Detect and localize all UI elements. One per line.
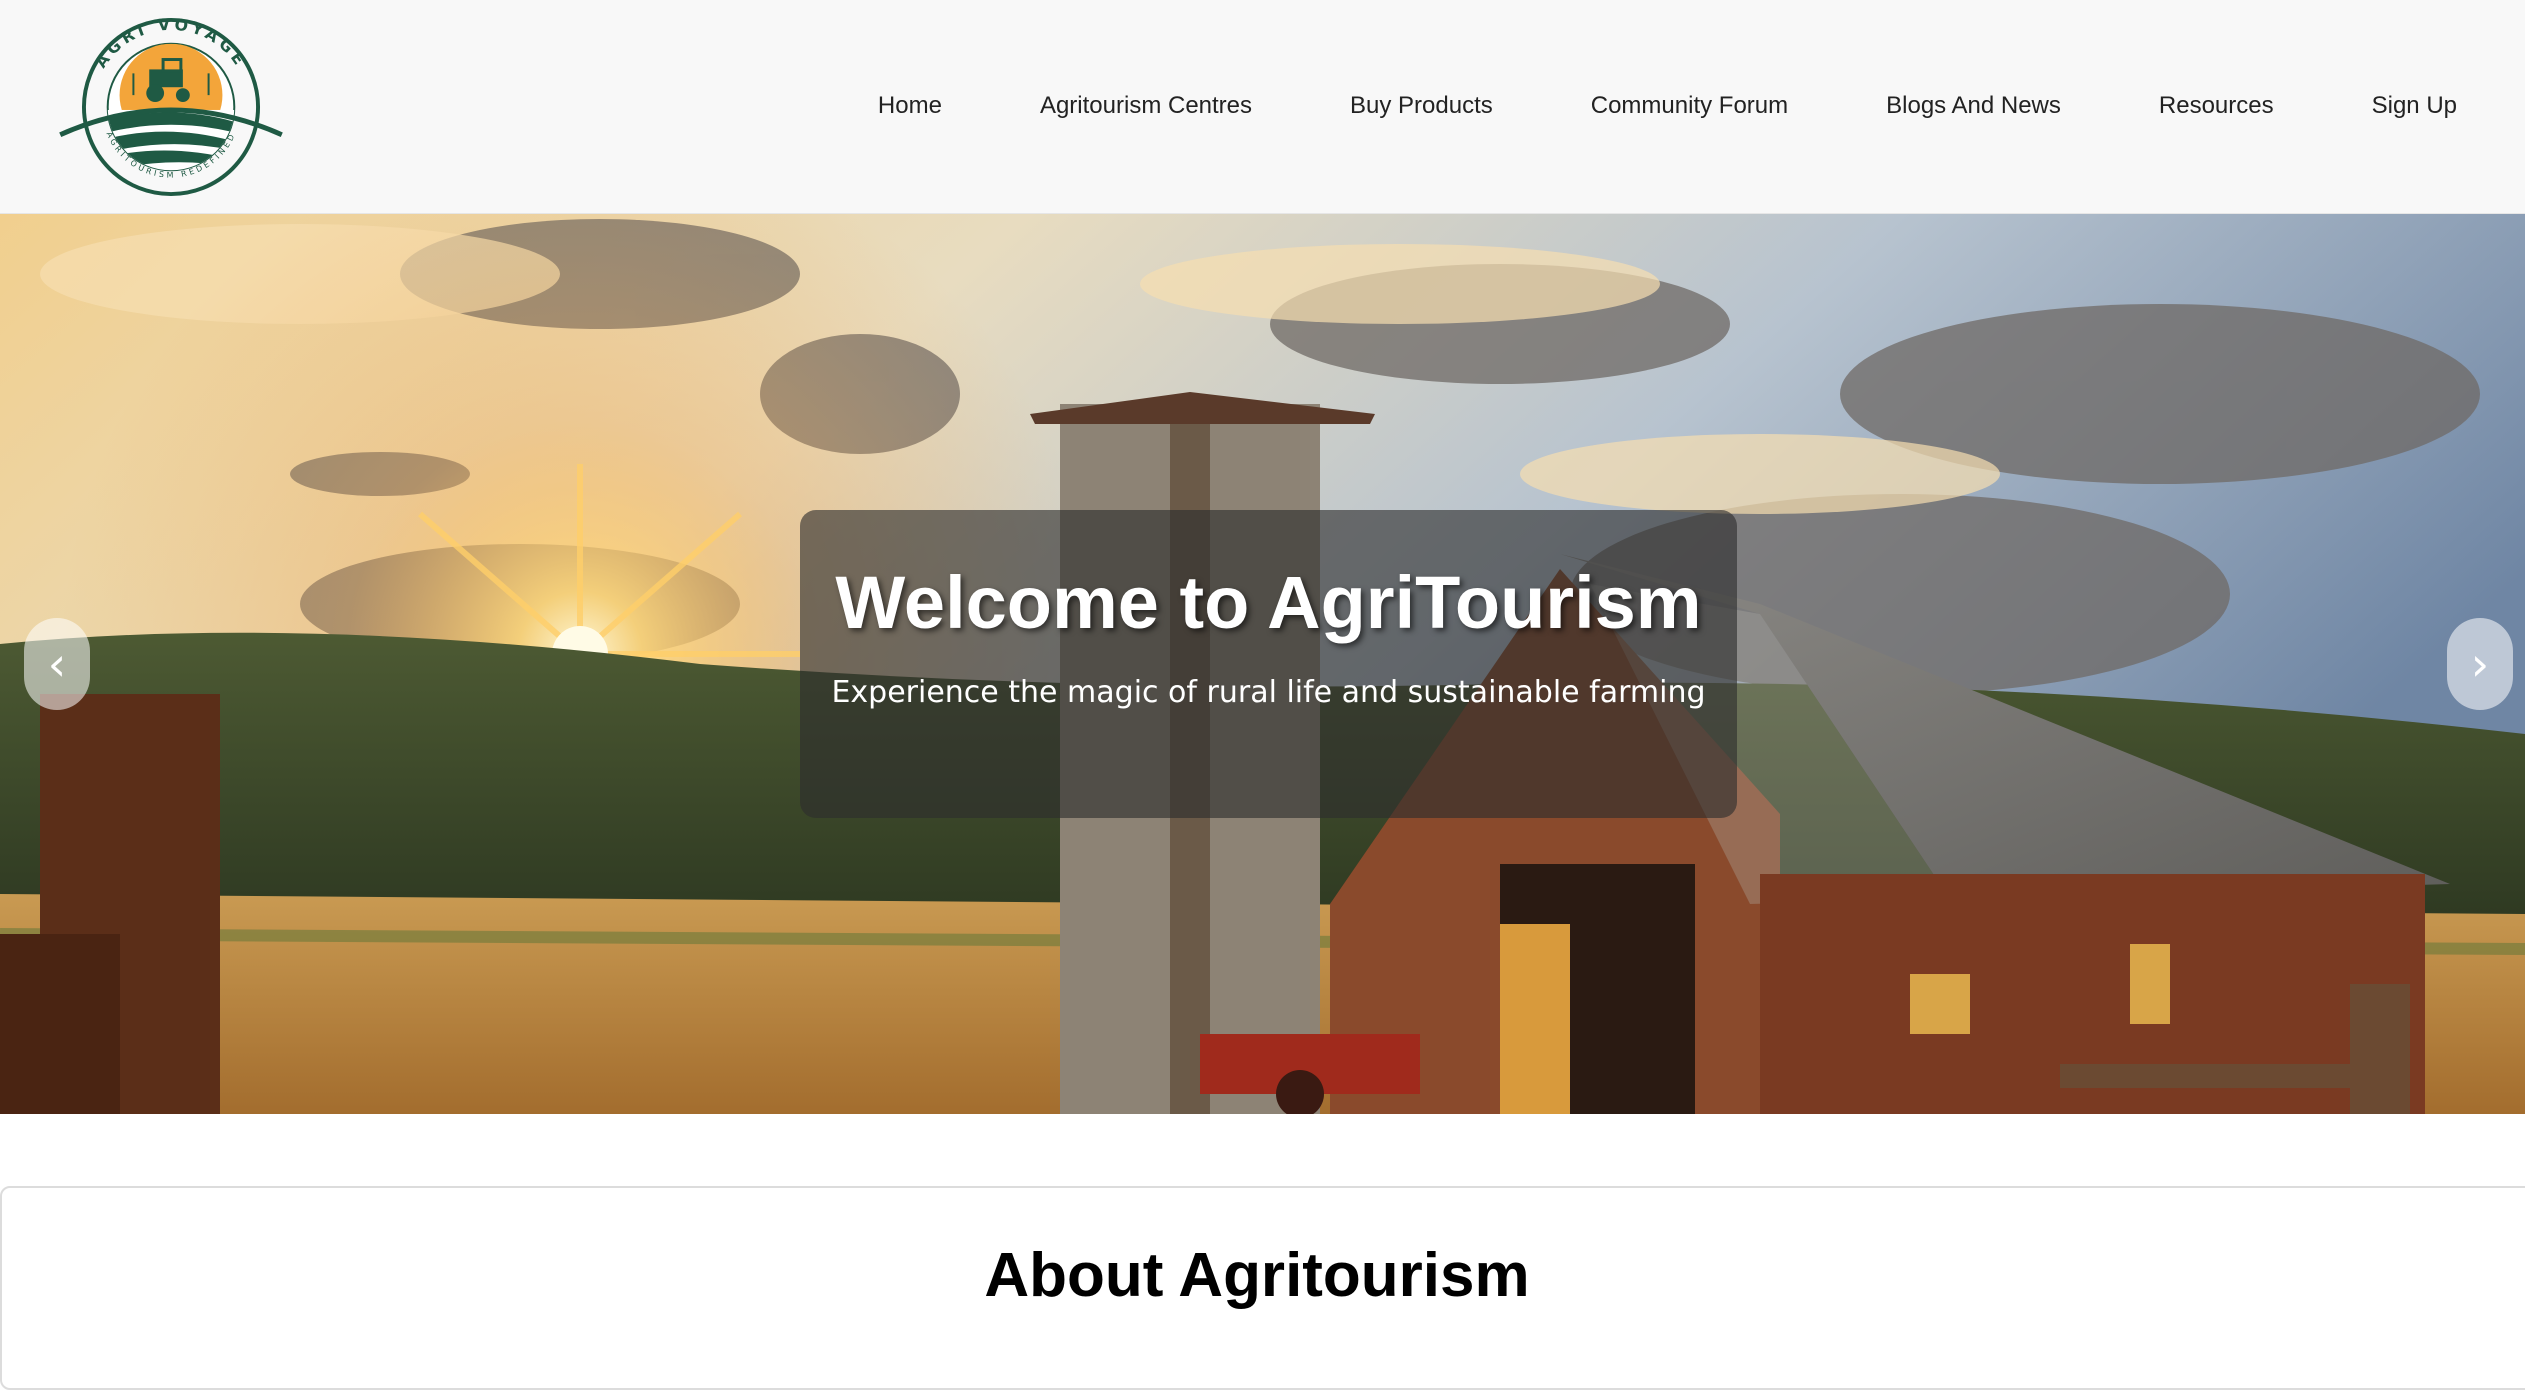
nav-agritourism-centres[interactable]: Agritourism Centres bbox=[1040, 92, 1252, 120]
carousel-next-button[interactable]: › bbox=[2447, 618, 2513, 710]
hero-carousel: ‹ › Welcome to AgriTourism Experience th… bbox=[0, 214, 2525, 1114]
nav-resources[interactable]: Resources bbox=[2159, 92, 2274, 120]
main-nav: Home Agritourism Centres Buy Products Co… bbox=[878, 86, 2457, 126]
logo-emblem: AGRI VOYAGE AGRITOURISM REDEFINED bbox=[59, 16, 283, 197]
about-title: About Agritourism bbox=[984, 1241, 1530, 1310]
about-section: About Agritourism bbox=[0, 1186, 2525, 1390]
carousel-prev-button[interactable]: ‹ bbox=[24, 618, 90, 710]
nav-buy-products[interactable]: Buy Products bbox=[1350, 92, 1493, 120]
site-header: AGRI VOYAGE AGRITOURISM REDEFINED Home A… bbox=[0, 0, 2525, 214]
nav-community-forum[interactable]: Community Forum bbox=[1591, 92, 1788, 120]
hero-subtitle: Experience the magic of rural life and s… bbox=[831, 675, 1706, 710]
nav-home[interactable]: Home bbox=[878, 92, 942, 120]
hero-caption: Welcome to AgriTourism Experience the ma… bbox=[800, 510, 1737, 818]
nav-sign-up[interactable]: Sign Up bbox=[2372, 92, 2457, 120]
agri-voyage-logo[interactable]: AGRI VOYAGE AGRITOURISM REDEFINED bbox=[52, 16, 290, 198]
hero-title: Welcome to AgriTourism bbox=[835, 561, 1702, 644]
nav-blogs-and-news[interactable]: Blogs And News bbox=[1886, 92, 2061, 120]
